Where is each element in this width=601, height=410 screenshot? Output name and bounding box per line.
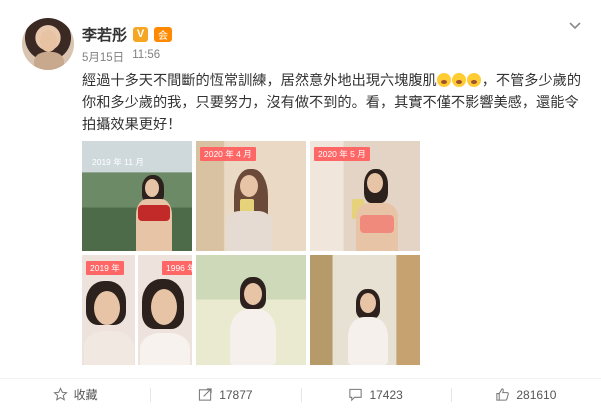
shocked-emoji-icon [451, 73, 466, 87]
post-meta: 5月15日 11:56 [82, 49, 160, 65]
favorite-button[interactable]: 收藏 [0, 379, 150, 410]
comment-count: 17423 [369, 387, 403, 402]
person-figure [310, 255, 420, 365]
photo-3[interactable]: 2020 年 5 月 [310, 141, 420, 251]
post-date[interactable]: 5月15日 [82, 49, 124, 65]
shocked-emoji-icon [466, 73, 481, 87]
photo-4-comparison[interactable]: 2019 年 1996 年 [82, 255, 192, 365]
member-badge-icon: 会 [154, 26, 173, 42]
person-figure [310, 141, 420, 251]
photo-5[interactable] [196, 255, 306, 365]
star-icon [52, 387, 68, 401]
person-figure-left [82, 255, 135, 365]
username[interactable]: 李若彤 [82, 24, 127, 45]
share-icon [199, 388, 212, 401]
person-figure-right [138, 255, 192, 365]
avatar[interactable] [22, 18, 74, 70]
action-bar: 收藏 17877 17423 281610 [0, 378, 601, 410]
shocked-emoji-icon [436, 73, 451, 87]
avatar-face [40, 30, 57, 52]
post-time[interactable]: 11:56 [132, 49, 160, 65]
person-figure [196, 141, 306, 251]
photo-1[interactable]: 2019 年 11 月 [82, 141, 192, 251]
like-button[interactable]: 281610 [450, 379, 601, 410]
photo-2[interactable]: 2020 年 4 月 [196, 141, 306, 251]
user-header: 李若彤 V 会 [82, 24, 173, 45]
thumbs-up-icon [496, 388, 510, 401]
favorite-label: 收藏 [73, 388, 98, 402]
post-text-part-1: 經過十多天不間斷的恆常訓練，居然意外地出現六塊腹肌 [82, 73, 437, 89]
person-figure [196, 255, 306, 365]
comment-button[interactable]: 17423 [300, 379, 451, 410]
photo-6[interactable] [310, 255, 420, 365]
comment-icon [349, 388, 363, 402]
weibo-post-card: 李若彤 V 会 5月15日 11:56 經過十多天不間斷的恆常訓練，居然意外地出… [0, 0, 601, 410]
repost-button[interactable]: 17877 [150, 379, 300, 410]
post-text: 經過十多天不間斷的恆常訓練，居然意外地出現六塊腹肌 ，不管多少歲的你和多少歲的我，… [82, 70, 587, 136]
repost-count: 17877 [219, 387, 253, 402]
like-count: 281610 [516, 387, 557, 402]
chevron-down-icon[interactable] [569, 18, 581, 33]
avatar-body [34, 52, 64, 70]
verified-badge-icon: V [133, 26, 149, 42]
person-figure [82, 141, 192, 251]
